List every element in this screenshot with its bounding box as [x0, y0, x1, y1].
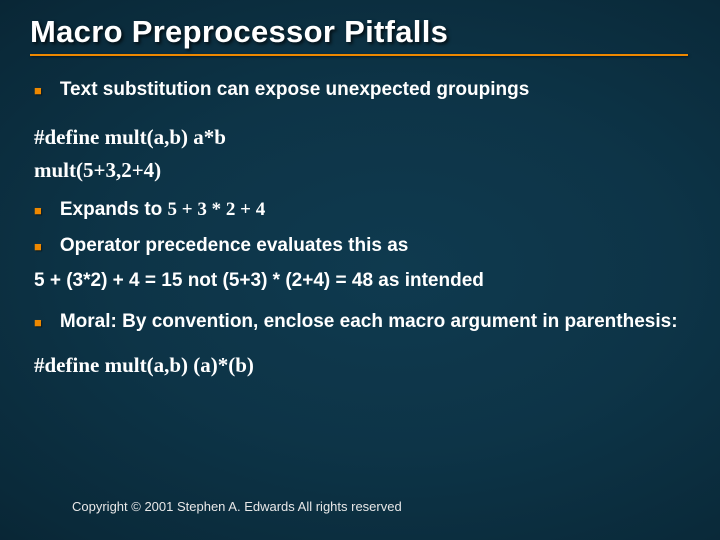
- bullet-text: Operator precedence evaluates this as: [60, 234, 690, 258]
- plain-text: 5 + (3*2) + 4 = 15 not (5+3) * (2+4) = 4…: [34, 270, 690, 292]
- bullet-item: ■ Expands to 5 + 3 * 2 + 4: [34, 198, 690, 222]
- code-line: #define mult(a,b) a*b: [34, 124, 690, 151]
- bullet-text: Moral: By convention, enclose each macro…: [60, 310, 690, 334]
- code-block: #define mult(a,b) (a)*(b): [34, 352, 690, 379]
- bullet-icon: ■: [34, 203, 42, 219]
- bullet-item: ■ Moral: By convention, enclose each mac…: [34, 310, 690, 334]
- bullet-text: Expands to 5 + 3 * 2 + 4: [60, 198, 690, 222]
- bullet-item: ■ Operator precedence evaluates this as: [34, 234, 690, 258]
- copyright-footer: Copyright © 2001 Stephen A. Edwards All …: [72, 499, 402, 514]
- bullet-icon: ■: [34, 83, 42, 99]
- bullet-icon: ■: [34, 315, 42, 331]
- inline-code: 5 + 3 * 2 + 4: [168, 199, 266, 220]
- bullet-icon: ■: [34, 239, 42, 255]
- slide-title: Macro Preprocessor Pitfalls: [30, 14, 690, 50]
- slide-content: ■ Text substitution can expose unexpecte…: [30, 78, 690, 379]
- bullet-item: ■ Text substitution can expose unexpecte…: [34, 78, 690, 102]
- bullet-text-part: Expands to: [60, 199, 168, 220]
- code-line: #define mult(a,b) (a)*(b): [34, 352, 690, 379]
- code-block: #define mult(a,b) a*b mult(5+3,2+4): [34, 124, 690, 185]
- bullet-text: Text substitution can expose unexpected …: [60, 78, 690, 102]
- slide: Macro Preprocessor Pitfalls ■ Text subst…: [0, 0, 720, 540]
- code-line: mult(5+3,2+4): [34, 157, 690, 184]
- title-underline: [30, 54, 688, 56]
